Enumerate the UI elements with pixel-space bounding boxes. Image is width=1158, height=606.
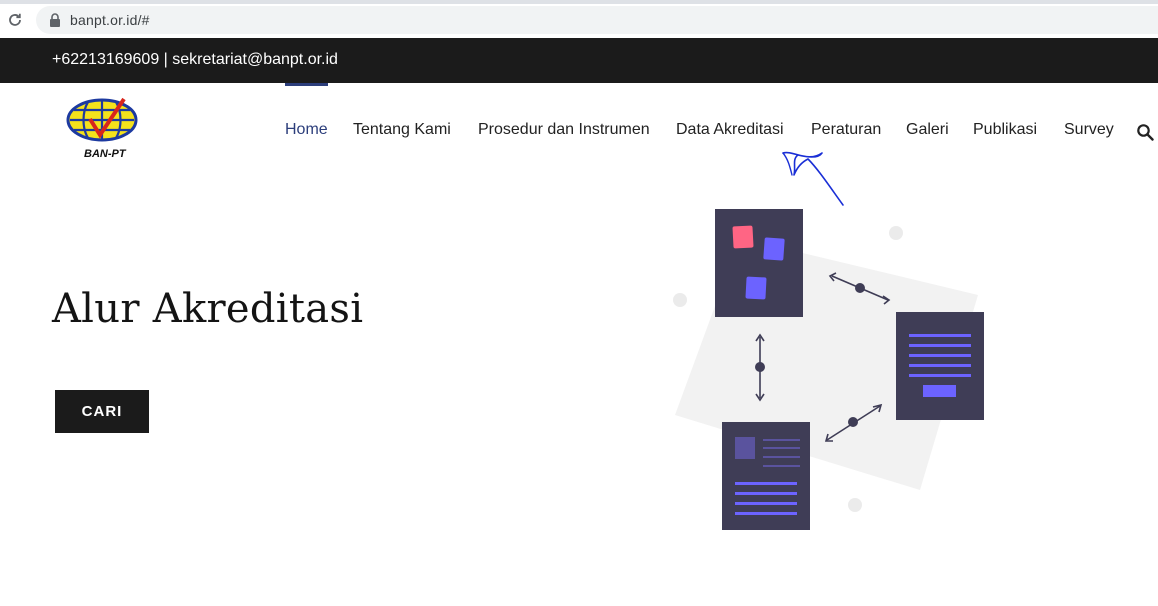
hero-title: Alur Akreditasi xyxy=(52,286,364,332)
nav-item-home[interactable]: Home xyxy=(285,121,328,139)
tab-strip-edge xyxy=(0,0,1158,4)
address-bar[interactable]: banpt.or.id/# xyxy=(36,6,1158,34)
lock-icon[interactable] xyxy=(49,13,61,27)
document-card-1 xyxy=(715,209,803,317)
document-flow-illustration xyxy=(673,209,984,530)
decor-dot xyxy=(673,293,687,307)
document-card-2 xyxy=(896,312,984,420)
svg-text:BAN-PT: BAN-PT xyxy=(84,148,127,160)
contact-info: +62213169609 | sekretariat@banpt.or.id xyxy=(52,51,338,68)
connector-node xyxy=(855,283,865,293)
site-header: BAN-PT Home Tentang Kami Prosedur dan In… xyxy=(0,83,1158,178)
search-icon[interactable] xyxy=(1136,123,1154,141)
document-card-3 xyxy=(722,422,810,530)
contact-bar: +62213169609 | sekretariat@banpt.or.id xyxy=(0,38,1158,83)
nav-item-tentang-kami[interactable]: Tentang Kami xyxy=(353,121,451,139)
nav-item-peraturan[interactable]: Peraturan xyxy=(811,121,881,139)
url-text: banpt.or.id/# xyxy=(70,12,150,28)
connector-node xyxy=(848,417,858,427)
browser-toolbar: banpt.or.id/# xyxy=(0,0,1158,38)
nav-item-data-akreditasi[interactable]: Data Akreditasi xyxy=(676,121,784,139)
ban-pt-logo[interactable]: BAN-PT xyxy=(66,97,142,161)
decor-dot xyxy=(848,498,862,512)
decor-dot xyxy=(889,226,903,240)
nav-active-indicator xyxy=(285,83,328,86)
nav-item-galeri[interactable]: Galeri xyxy=(906,121,949,139)
cari-button[interactable]: CARI xyxy=(55,390,149,433)
nav-item-survey[interactable]: Survey xyxy=(1064,121,1114,139)
reload-icon[interactable] xyxy=(7,12,23,28)
nav-item-prosedur-dan-instrumen[interactable]: Prosedur dan Instrumen xyxy=(478,121,650,139)
nav-item-publikasi[interactable]: Publikasi xyxy=(973,121,1037,139)
connector-node xyxy=(755,362,765,372)
